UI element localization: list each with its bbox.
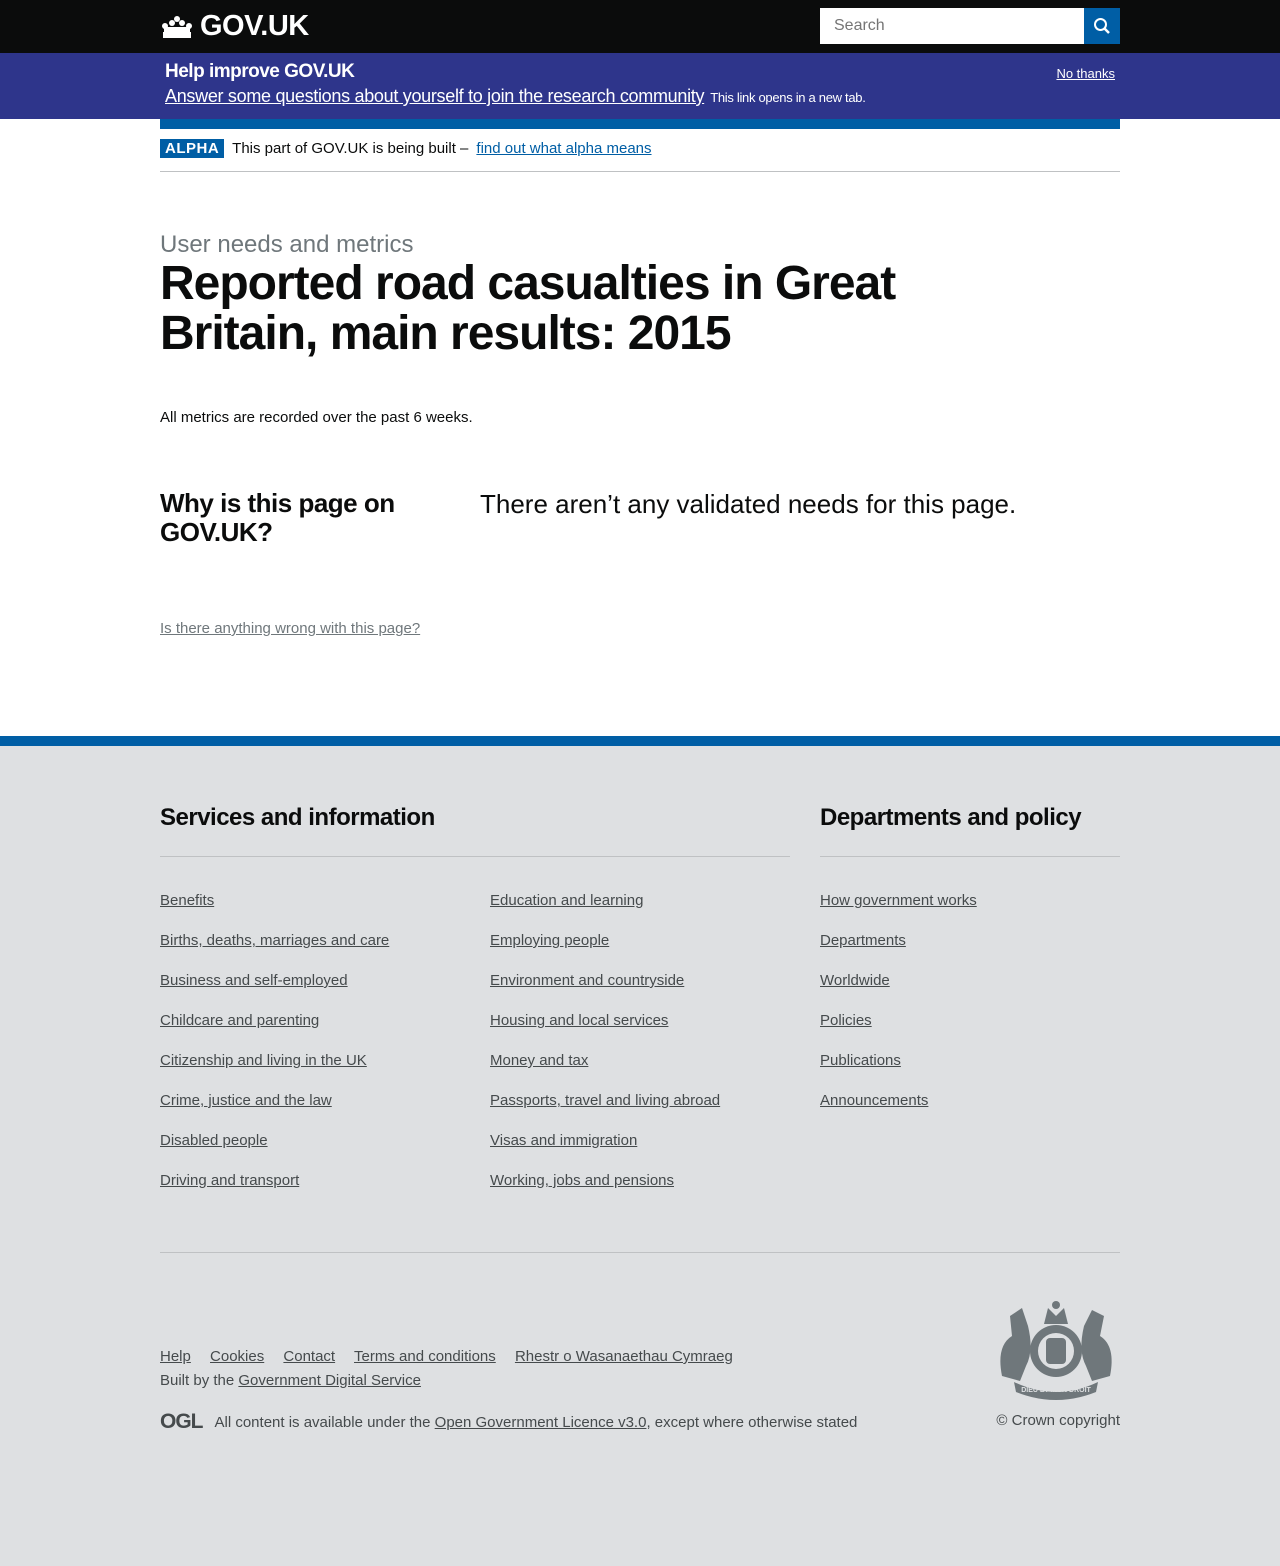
built-prefix: Built by the	[160, 1372, 235, 1389]
footer-link[interactable]: Crime, justice and the law	[160, 1092, 389, 1132]
footer-link[interactable]: Announcements	[820, 1092, 977, 1132]
needs-text: There aren’t any validated needs for thi…	[480, 489, 1017, 519]
logo-text: GOV.UK	[200, 10, 309, 42]
departments-list: How government works Departments Worldwi…	[820, 892, 977, 1132]
footer-link[interactable]: How government works	[820, 892, 977, 932]
alpha-tag: ALPHA	[160, 139, 225, 158]
contact-link[interactable]: Contact	[283, 1348, 335, 1365]
metrics-note: All metrics are recorded over the past 6…	[160, 409, 473, 426]
services-list-2: Education and learning Employing people …	[490, 892, 720, 1212]
footer: Services and information Departments and…	[0, 736, 1280, 1566]
cookies-link[interactable]: Cookies	[210, 1348, 264, 1365]
research-link[interactable]: Answer some questions about yourself to …	[165, 86, 704, 106]
page-title: Reported road casualties in Great Britai…	[160, 257, 896, 360]
footer-link[interactable]: Publications	[820, 1052, 977, 1092]
footer-link[interactable]: Housing and local services	[490, 1012, 720, 1052]
built-by: Built by the Government Digital Service	[160, 1372, 421, 1389]
footer-link[interactable]: Benefits	[160, 892, 389, 932]
footer-link[interactable]: Passports, travel and living abroad	[490, 1092, 720, 1132]
crest-motto: DIEU ET MON DROIT	[1021, 1387, 1091, 1394]
royal-crest-icon: DIEU ET MON DROIT	[992, 1296, 1120, 1405]
page-caption: User needs and metrics	[160, 231, 414, 258]
search-button[interactable]	[1084, 8, 1120, 44]
footer-link[interactable]: Working, jobs and pensions	[490, 1172, 720, 1212]
new-tab-note: This link opens in a new tab.	[710, 90, 866, 105]
ogl-logo-icon: OGL	[160, 1410, 203, 1433]
divider	[160, 171, 1120, 172]
meta-links: Help Cookies Contact Terms and condition…	[160, 1348, 748, 1365]
footer-link[interactable]: Visas and immigration	[490, 1132, 720, 1172]
welsh-link[interactable]: Rhestr o Wasanaethau Cymraeg	[515, 1348, 733, 1365]
footer-link[interactable]: Births, deaths, marriages and care	[160, 932, 389, 972]
divider	[160, 856, 790, 857]
report-problem-link[interactable]: Is there anything wrong with this page?	[160, 620, 420, 637]
licence-link[interactable]: Open Government Licence v3.0	[435, 1414, 647, 1431]
footer-link[interactable]: Citizenship and living in the UK	[160, 1052, 389, 1092]
why-heading: Why is this page on GOV.UK?	[160, 488, 395, 547]
govuk-logo[interactable]: GOV.UK	[160, 10, 309, 43]
header: GOV.UK	[0, 0, 1280, 53]
alpha-link[interactable]: find out what alpha means	[476, 140, 651, 157]
gds-link[interactable]: Government Digital Service	[238, 1372, 421, 1389]
phase-text: This part of GOV.UK is being built –	[232, 140, 469, 157]
footer-link[interactable]: Childcare and parenting	[160, 1012, 389, 1052]
search-icon	[1094, 18, 1110, 34]
terms-link[interactable]: Terms and conditions	[354, 1348, 496, 1365]
search-form	[820, 8, 1120, 44]
footer-link[interactable]: Business and self-employed	[160, 972, 389, 1012]
footer-link[interactable]: Disabled people	[160, 1132, 389, 1172]
departments-heading: Departments and policy	[820, 804, 1082, 831]
footer-link[interactable]: Environment and countryside	[490, 972, 720, 1012]
footer-link[interactable]: Departments	[820, 932, 977, 972]
licence-prefix: All content is available under the	[214, 1413, 431, 1431]
footer-link[interactable]: Driving and transport	[160, 1172, 389, 1212]
copyright: © Crown copyright	[996, 1412, 1120, 1429]
licence: OGL All content is available under the O…	[160, 1410, 857, 1434]
divider	[160, 1252, 1120, 1253]
divider	[820, 856, 1120, 857]
services-heading: Services and information	[160, 804, 435, 831]
survey-banner: Help improve GOV.UK Answer some question…	[0, 53, 1280, 119]
footer-link[interactable]: Education and learning	[490, 892, 720, 932]
phase-banner: ALPHA This part of GOV.UK is being built…	[160, 139, 652, 158]
blue-bar	[160, 119, 1120, 129]
help-link[interactable]: Help	[160, 1348, 191, 1365]
footer-link[interactable]: Policies	[820, 1012, 977, 1052]
crown-icon	[162, 15, 192, 38]
footer-link[interactable]: Employing people	[490, 932, 720, 972]
footer-link[interactable]: Money and tax	[490, 1052, 720, 1092]
no-thanks-link[interactable]: No thanks	[1056, 66, 1115, 81]
services-list-1: Benefits Births, deaths, marriages and c…	[160, 892, 389, 1212]
banner-title: Help improve GOV.UK	[165, 61, 355, 82]
search-input[interactable]	[820, 8, 1084, 44]
main-content: ALPHA This part of GOV.UK is being built…	[0, 119, 1280, 736]
footer-link[interactable]: Worldwide	[820, 972, 977, 1012]
licence-suffix: , except where otherwise stated	[646, 1413, 858, 1431]
